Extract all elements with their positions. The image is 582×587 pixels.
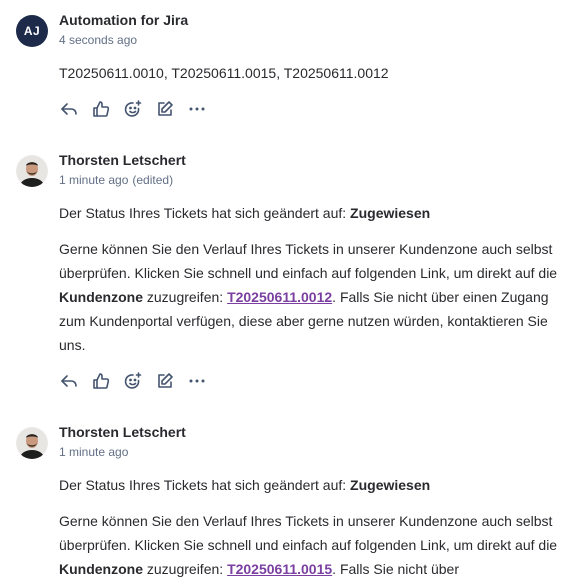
comment-timestamp[interactable]: 1 minute ago <box>59 445 128 459</box>
kundenzone-label: Kundenzone <box>59 561 143 577</box>
avatar[interactable]: AJ <box>16 15 48 47</box>
comment-actions <box>59 369 219 393</box>
comment-author[interactable]: Thorsten Letschert <box>59 424 186 440</box>
like-icon[interactable] <box>91 97 123 121</box>
comment-body: Der Status Ihres Tickets hat sich geände… <box>59 201 575 357</box>
comment-actions <box>59 97 219 121</box>
avatar-initials: AJ <box>23 24 41 38</box>
reply-icon[interactable] <box>59 97 91 121</box>
reply-icon[interactable] <box>59 369 91 393</box>
edit-icon[interactable] <box>155 369 187 393</box>
more-icon[interactable] <box>187 97 219 121</box>
ticket-link[interactable]: T20250611.0012 <box>227 289 332 305</box>
comment-text: T20250611.0010, T20250611.0015, T2025061… <box>59 65 389 81</box>
status-line: Der Status Ihres Tickets hat sich geände… <box>59 205 431 221</box>
avatar[interactable] <box>16 155 48 187</box>
like-icon[interactable] <box>91 369 123 393</box>
comment-timestamp[interactable]: 4 seconds ago <box>59 33 137 47</box>
status-line: Der Status Ihres Tickets hat sich geände… <box>59 477 431 493</box>
add-reaction-icon[interactable] <box>123 369 155 393</box>
info-paragraph: Gerne können Sie den Verlauf Ihres Ticke… <box>59 241 558 353</box>
status-value: Zugewiesen <box>350 205 431 221</box>
kundenzone-label: Kundenzone <box>59 289 143 305</box>
edit-icon[interactable] <box>155 97 187 121</box>
ticket-link[interactable]: T20250611.0015 <box>227 561 332 577</box>
comment-body: T20250611.0010, T20250611.0015, T2025061… <box>59 61 575 85</box>
add-reaction-icon[interactable] <box>123 97 155 121</box>
comment-timestamp[interactable]: 1 minute ago (edited) <box>59 173 173 187</box>
comment-author[interactable]: Automation for Jira <box>59 12 188 28</box>
edited-label: (edited) <box>132 173 174 187</box>
comment-body: Der Status Ihres Tickets hat sich geände… <box>59 473 575 581</box>
info-paragraph: Gerne können Sie den Verlauf Ihres Ticke… <box>59 513 558 577</box>
more-icon[interactable] <box>187 369 219 393</box>
status-value: Zugewiesen <box>350 477 431 493</box>
avatar[interactable] <box>16 427 48 459</box>
comment-author[interactable]: Thorsten Letschert <box>59 152 186 168</box>
